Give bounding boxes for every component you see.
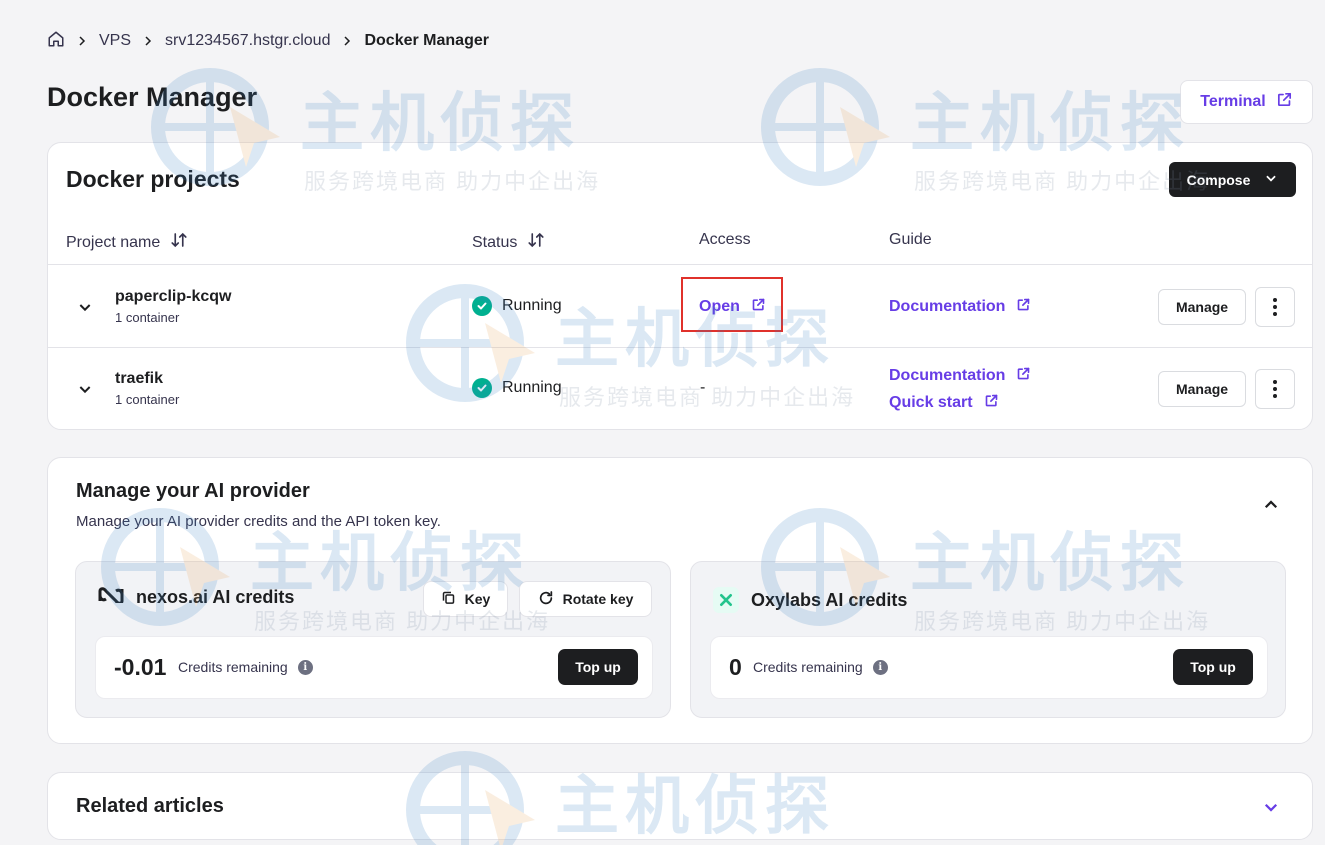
breadcrumb-vps[interactable]: VPS — [99, 32, 131, 50]
related-articles-card[interactable]: Related articles — [47, 772, 1313, 840]
compose-button[interactable]: Compose — [1169, 162, 1296, 197]
quick-start-link[interactable]: Quick start — [889, 393, 999, 413]
column-header-guide: Guide — [889, 231, 932, 249]
chevron-up-icon[interactable] — [1262, 496, 1280, 514]
column-header-project-name[interactable]: Project name — [66, 231, 188, 254]
terminal-button[interactable]: Terminal — [1180, 80, 1313, 124]
chevron-down-icon — [1264, 171, 1278, 188]
copy-icon — [441, 590, 456, 608]
credits-remaining-label: Credits remaining — [178, 659, 288, 675]
chevron-right-icon — [141, 34, 155, 48]
project-name: paperclip-kcqw — [115, 288, 232, 305]
status-text: Running — [502, 379, 562, 396]
expand-row-chevron-icon[interactable] — [77, 381, 93, 397]
external-link-icon — [1016, 297, 1031, 317]
documentation-link[interactable]: Documentation — [889, 366, 1031, 386]
external-link-icon — [984, 393, 999, 413]
terminal-label: Terminal — [1200, 93, 1266, 110]
rotate-key-label: Rotate key — [562, 591, 634, 607]
column-label: Access — [699, 231, 751, 248]
sort-icon — [170, 231, 188, 254]
documentation-label: Documentation — [889, 298, 1006, 315]
top-up-button[interactable]: Top up — [1173, 649, 1253, 685]
credits-amount: -0.01 — [114, 654, 167, 680]
credits-box: 0 Credits remaining i Top up — [710, 636, 1268, 699]
oxylabs-logo-icon — [713, 587, 739, 613]
breadcrumb: VPS srv1234567.hstgr.cloud Docker Manage… — [47, 30, 489, 52]
breadcrumb-server[interactable]: srv1234567.hstgr.cloud — [165, 32, 330, 50]
docker-projects-card: Docker projects Compose Project name Sta… — [47, 142, 1313, 430]
divider — [48, 347, 1312, 348]
check-circle-icon — [472, 296, 492, 316]
manage-button[interactable]: Manage — [1158, 371, 1246, 407]
info-icon[interactable]: i — [872, 659, 888, 675]
sort-icon — [527, 231, 545, 254]
ai-provider-card: Manage your AI provider Manage your AI p… — [47, 457, 1313, 744]
credits-remaining-label: Credits remaining — [753, 659, 863, 675]
documentation-label: Documentation — [889, 367, 1006, 384]
quick-start-label: Quick start — [889, 394, 973, 411]
project-container-count: 1 container — [115, 392, 180, 407]
manage-button[interactable]: Manage — [1158, 289, 1246, 325]
status-badge: Running — [472, 378, 562, 398]
rotate-icon — [538, 590, 554, 609]
key-label: Key — [464, 591, 491, 607]
chevron-right-icon — [75, 34, 89, 48]
status-text: Running — [502, 297, 562, 314]
panel-header: nexos.ai AI credits — [98, 587, 294, 608]
related-articles-title: Related articles — [76, 795, 224, 817]
credits-box: -0.01 Credits remaining i Top up — [95, 636, 653, 699]
more-options-icon[interactable] — [1255, 287, 1295, 327]
column-header-access: Access — [699, 231, 751, 249]
check-circle-icon — [472, 378, 492, 398]
home-icon[interactable] — [47, 30, 65, 53]
status-badge: Running — [472, 296, 562, 316]
page-title: Docker Manager — [47, 82, 258, 112]
documentation-link[interactable]: Documentation — [889, 297, 1031, 317]
key-button[interactable]: Key — [423, 581, 508, 617]
column-label: Status — [472, 233, 518, 251]
credits-remaining: Credits remaining i — [178, 659, 313, 675]
more-options-icon[interactable] — [1255, 369, 1295, 409]
credits-remaining: Credits remaining i — [753, 659, 888, 675]
expand-row-chevron-icon[interactable] — [77, 299, 93, 315]
highlight-annotation-box — [681, 277, 783, 332]
column-header-status[interactable]: Status — [472, 231, 545, 254]
nexos-logo-icon — [98, 587, 124, 608]
nexos-credits-panel: nexos.ai AI credits Key Rotate key -0.01… — [75, 561, 671, 718]
docker-projects-title: Docker projects — [66, 166, 240, 192]
chevron-right-icon — [340, 34, 354, 48]
rotate-key-button[interactable]: Rotate key — [519, 581, 652, 617]
project-container-count: 1 container — [115, 310, 180, 325]
credits-amount: 0 — [729, 654, 742, 680]
info-icon[interactable]: i — [297, 659, 313, 675]
ai-provider-title: Manage your AI provider — [76, 480, 310, 502]
panel-header: Oxylabs AI credits — [713, 587, 907, 613]
breadcrumb-current: Docker Manager — [364, 32, 489, 49]
top-up-button[interactable]: Top up — [558, 649, 638, 685]
external-link-icon — [1016, 366, 1031, 386]
external-link-icon — [1276, 91, 1293, 113]
panel-title: Oxylabs AI credits — [751, 589, 908, 610]
project-name: traefik — [115, 370, 164, 387]
compose-label: Compose — [1186, 171, 1251, 188]
column-label: Guide — [889, 231, 932, 248]
access-none: - — [700, 379, 706, 396]
chevron-down-icon[interactable] — [1262, 798, 1280, 816]
oxylabs-credits-panel: Oxylabs AI credits 0 Credits remaining i… — [690, 561, 1286, 718]
column-label: Project name — [66, 233, 161, 251]
ai-provider-subtitle: Manage your AI provider credits and the … — [76, 513, 441, 530]
divider — [48, 264, 1312, 265]
panel-title: nexos.ai AI credits — [136, 587, 295, 607]
